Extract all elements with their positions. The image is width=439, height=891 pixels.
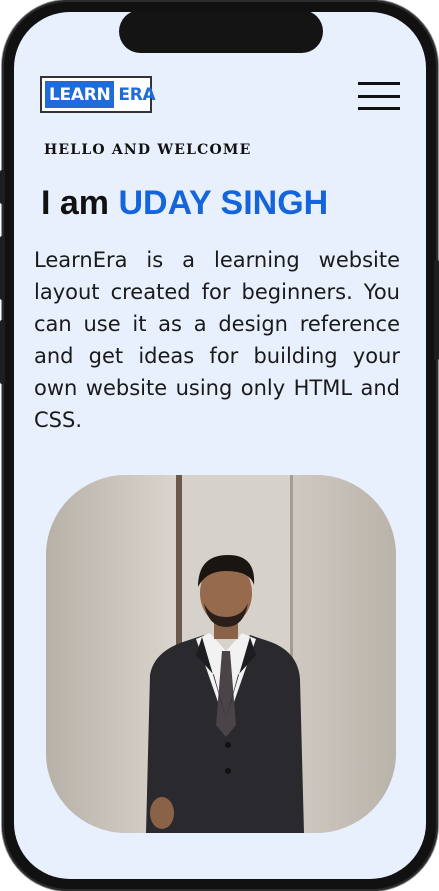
logo-era-text: ERA <box>118 84 156 105</box>
menu-bar <box>358 94 400 98</box>
menu-bar <box>358 82 400 85</box>
hero-heading: I am UDAY SINGH <box>41 184 328 223</box>
greeting-text: HELLO AND WELCOME <box>44 142 252 158</box>
profile-photo <box>46 475 396 833</box>
phone-screen: LEARN ERA HELLO AND WELCOME I am UDAY SI… <box>14 12 426 879</box>
phone-side-button <box>0 170 5 204</box>
profile-photo-illustration <box>46 475 396 833</box>
logo-learn-text: LEARN <box>45 81 115 108</box>
heading-prefix: I am <box>41 184 110 222</box>
dynamic-island <box>119 12 323 53</box>
phone-side-button <box>0 320 5 384</box>
heading-name: UDAY SINGH <box>118 184 329 222</box>
hamburger-menu-icon[interactable] <box>358 82 400 110</box>
menu-bar <box>358 107 400 110</box>
intro-paragraph: LearnEra is a learning website layout cr… <box>34 248 400 432</box>
phone-side-button <box>434 260 439 360</box>
site-logo[interactable]: LEARN ERA <box>40 76 156 113</box>
phone-side-button <box>0 236 5 300</box>
